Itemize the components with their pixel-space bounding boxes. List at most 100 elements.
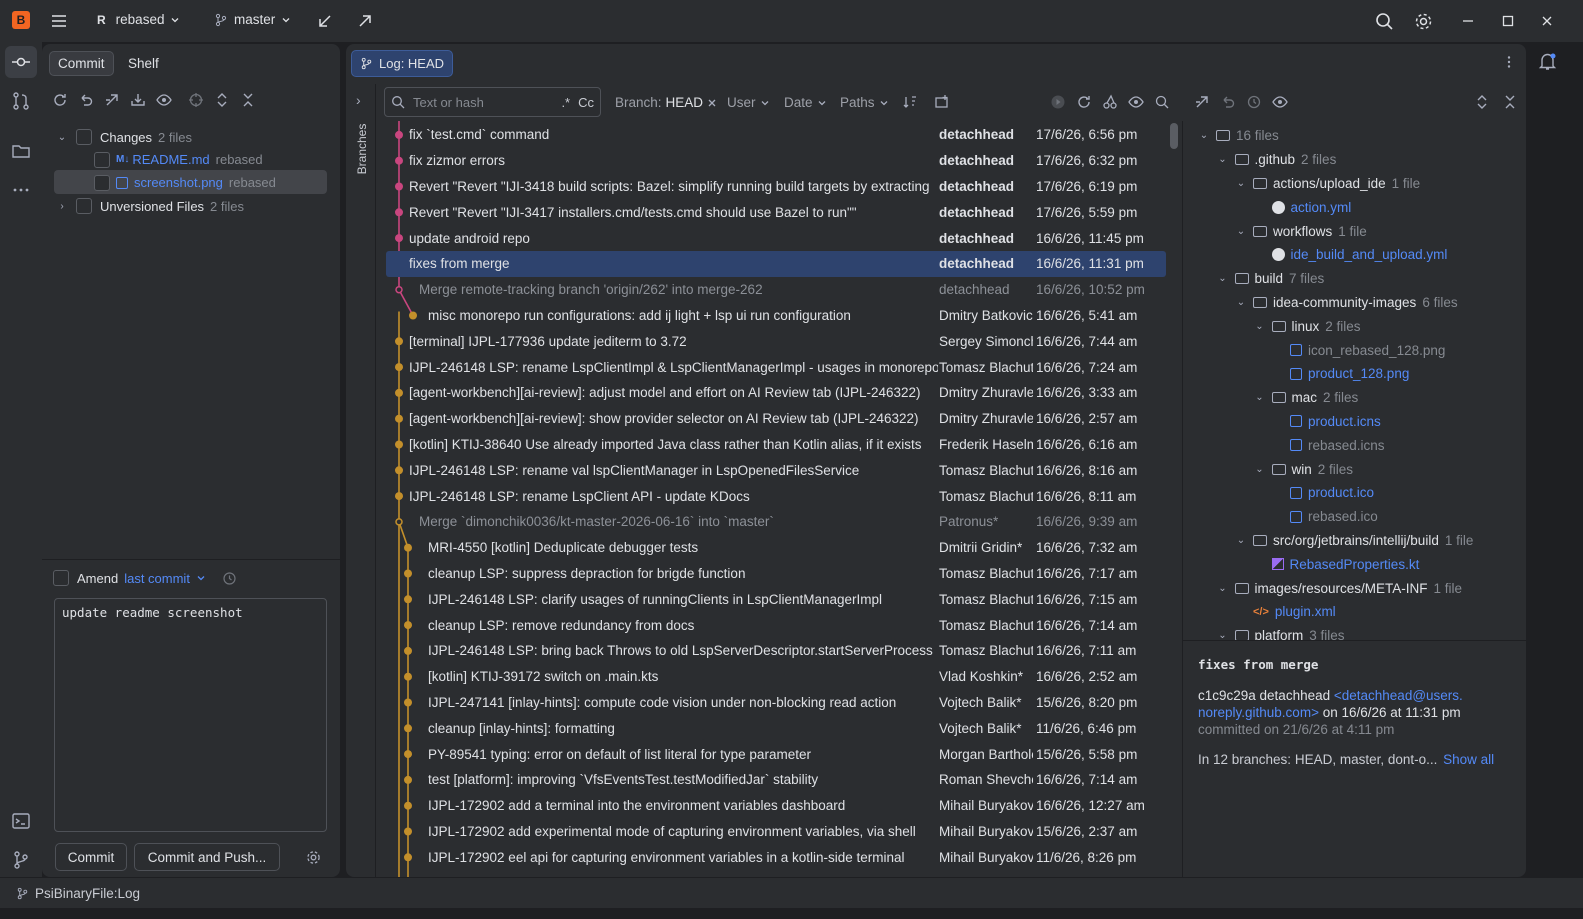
tree-node[interactable]: rebased.ico bbox=[1272, 505, 1378, 529]
history-icon[interactable] bbox=[222, 571, 237, 586]
file-checkbox[interactable] bbox=[94, 151, 110, 168]
tree-node[interactable]: ide_build_and_upload.yml bbox=[1254, 243, 1447, 267]
table-row[interactable]: Merge `dimonchik0036/kt-master-2026-06-1… bbox=[386, 509, 1166, 535]
table-row[interactable]: [kotlin] KTIJ-39172 switch on .main.kts V… bbox=[386, 664, 1166, 690]
chevron-down-icon[interactable] bbox=[196, 573, 206, 583]
table-row[interactable]: [agent-workbench][ai-review]: show provi… bbox=[386, 406, 1166, 432]
revert-icon[interactable] bbox=[1220, 94, 1236, 110]
tab-shelf[interactable]: Shelf bbox=[120, 52, 167, 75]
table-row[interactable]: cleanup [inlay-hints]: formatting Vojtech… bbox=[386, 715, 1166, 741]
match-case-toggle[interactable]: Cc bbox=[578, 95, 594, 110]
table-row[interactable]: Revert "Revert "IJI-3417 installers.cmd/… bbox=[386, 199, 1166, 225]
table-row[interactable]: cleanup LSP: remove redundancy from docs… bbox=[386, 612, 1166, 638]
search-input[interactable]: Text or hash bbox=[413, 95, 553, 110]
collapse-all-icon[interactable] bbox=[240, 92, 256, 108]
branch-filter[interactable]: Branch: HEAD bbox=[615, 95, 717, 110]
expand-all-icon[interactable] bbox=[1474, 94, 1490, 110]
diff-icon[interactable] bbox=[104, 92, 120, 108]
chevron-right-icon[interactable]: › bbox=[56, 201, 68, 212]
table-row[interactable]: Merge remote-tracking branch 'origin/262… bbox=[386, 277, 1166, 303]
tree-node[interactable]: product.icns bbox=[1272, 410, 1381, 434]
amend-checkbox[interactable] bbox=[53, 570, 69, 586]
close-icon[interactable] bbox=[1540, 14, 1554, 28]
tree-node[interactable]: ⌄ src/org/jetbrains/intellij/build 1 file bbox=[1235, 529, 1474, 553]
diff-icon[interactable] bbox=[1194, 94, 1210, 110]
table-row[interactable]: fix `test.cmd` command detachhead 17/6/26,… bbox=[386, 122, 1166, 148]
table-row[interactable]: IJPL-246148 LSP: bring back Throws to ol… bbox=[386, 638, 1166, 664]
rollback-icon[interactable] bbox=[78, 92, 94, 108]
tree-node[interactable]: action.yml bbox=[1254, 195, 1351, 219]
show-all-link[interactable]: Show all bbox=[1443, 752, 1494, 767]
table-row[interactable]: [terminal] IJPL-177936 update jediterm t… bbox=[386, 328, 1166, 354]
pull-requests-tool-button[interactable] bbox=[5, 85, 37, 117]
main-menu-icon[interactable] bbox=[50, 12, 68, 30]
chevron-down-icon[interactable]: ⌄ bbox=[1235, 226, 1247, 237]
status-breadcrumb[interactable]: PsiBinaryFile:Log bbox=[35, 886, 140, 901]
scrollbar[interactable] bbox=[1170, 123, 1178, 149]
tree-node[interactable]: ⌄ linux 2 files bbox=[1254, 314, 1360, 338]
maximize-icon[interactable] bbox=[1501, 14, 1515, 28]
table-row[interactable]: IJPL-246148 LSP: rename LspClient API - … bbox=[386, 483, 1166, 509]
play-icon[interactable] bbox=[1050, 94, 1066, 110]
table-row[interactable]: [kotlin] KTIJ-38640 Use already imported… bbox=[386, 432, 1166, 458]
chevron-down-icon[interactable]: ⌄ bbox=[1217, 630, 1229, 640]
git-tool-button[interactable] bbox=[5, 844, 37, 876]
chevron-down-icon[interactable]: ⌄ bbox=[1235, 178, 1247, 189]
paths-filter[interactable]: Paths bbox=[840, 95, 889, 110]
table-row[interactable]: update android repo detachhead 16/6/26, 11… bbox=[386, 225, 1166, 251]
tree-node[interactable]: ⌄ images/resources/META-INF 1 file bbox=[1217, 576, 1462, 600]
tree-node[interactable]: ⌄ platform 3 files bbox=[1217, 624, 1345, 640]
project-tool-button[interactable] bbox=[5, 135, 37, 167]
cherry-pick-icon[interactable] bbox=[1102, 94, 1118, 110]
sort-icon[interactable] bbox=[902, 94, 918, 110]
tree-node[interactable]: ⌄ win 2 files bbox=[1254, 457, 1353, 481]
table-row[interactable]: Revert "Revert "IJI-3418 build scripts: … bbox=[386, 174, 1166, 200]
table-row[interactable]: test [platform]: improving `VfsEventsTes… bbox=[386, 767, 1166, 793]
notifications-icon[interactable] bbox=[1538, 52, 1557, 71]
unversioned-checkbox[interactable] bbox=[76, 198, 92, 214]
chevron-down-icon[interactable]: ⌄ bbox=[1235, 297, 1247, 308]
tree-node[interactable]: RebasedProperties.kt bbox=[1254, 552, 1419, 576]
tree-node[interactable]: ⌄ .github 2 files bbox=[1217, 148, 1336, 172]
author-email-link[interactable]: <detachhead@users. bbox=[1334, 688, 1463, 703]
author-email-link-cont[interactable]: noreply.github.com> bbox=[1198, 705, 1319, 720]
commit-and-push-button[interactable]: Commit and Push... bbox=[134, 843, 280, 871]
table-row[interactable]: IJPL-172902 add experimental mode of cap… bbox=[386, 819, 1166, 845]
tab-log-head[interactable]: Log: HEAD bbox=[351, 50, 454, 77]
clear-filter-icon[interactable] bbox=[707, 98, 717, 108]
file-checkbox[interactable] bbox=[94, 174, 110, 191]
list-item[interactable]: screenshot.png rebased bbox=[94, 171, 276, 194]
changes-checkbox[interactable] bbox=[76, 129, 92, 145]
table-row[interactable]: IJPL-247141 [inlay-hints]: compute code … bbox=[386, 690, 1166, 716]
unversioned-group[interactable]: › Unversioned Files 2 files bbox=[56, 195, 244, 217]
push-icon[interactable] bbox=[357, 13, 373, 29]
project-selector[interactable]: R rebased bbox=[97, 12, 180, 27]
app-logo[interactable]: B bbox=[12, 11, 30, 29]
search-box[interactable]: Text or hash .* Cc bbox=[384, 87, 601, 117]
more-tools-button[interactable] bbox=[5, 174, 37, 206]
eye-icon[interactable] bbox=[156, 92, 172, 108]
chevron-down-icon[interactable]: ⌄ bbox=[1217, 154, 1229, 165]
refresh-icon[interactable] bbox=[1076, 94, 1092, 110]
commit-button[interactable]: Commit bbox=[55, 843, 127, 871]
table-row[interactable]: IJPL-172902 eel api for capturing enviro… bbox=[386, 844, 1166, 870]
table-row[interactable]: PY-89541 typing: error on default of lis… bbox=[386, 741, 1166, 767]
minimize-icon[interactable] bbox=[1461, 14, 1475, 28]
tree-node[interactable]: ⌄ workflows 1 file bbox=[1235, 219, 1367, 243]
table-row[interactable]: fix zizmor errors detachhead 17/6/26, 6:32… bbox=[386, 148, 1166, 174]
chevron-down-icon[interactable]: ⌄ bbox=[1254, 321, 1266, 332]
tab-commit[interactable]: Commit bbox=[49, 51, 114, 76]
tree-node[interactable]: ⌄ 16 files bbox=[1198, 124, 1279, 148]
chevron-down-icon[interactable]: ⌄ bbox=[1217, 583, 1229, 594]
changes-group[interactable]: ⌄ Changes 2 files bbox=[56, 126, 192, 148]
chevron-down-icon[interactable]: ⌄ bbox=[1198, 130, 1210, 141]
branch-selector[interactable]: master bbox=[214, 12, 291, 27]
chevron-down-icon[interactable]: ⌄ bbox=[56, 132, 68, 143]
expand-all-icon[interactable] bbox=[214, 92, 230, 108]
table-row[interactable]: IJPL-246148 LSP: rename val lspClientMan… bbox=[386, 457, 1166, 483]
tree-node[interactable]: ⌄ actions/upload_ide 1 file bbox=[1235, 172, 1420, 196]
terminal-tool-button[interactable] bbox=[5, 805, 37, 837]
target-icon[interactable] bbox=[188, 92, 204, 108]
table-row[interactable]: misc monorepo run configurations: add ij… bbox=[386, 303, 1166, 329]
chevron-right-icon[interactable]: › bbox=[356, 92, 361, 108]
